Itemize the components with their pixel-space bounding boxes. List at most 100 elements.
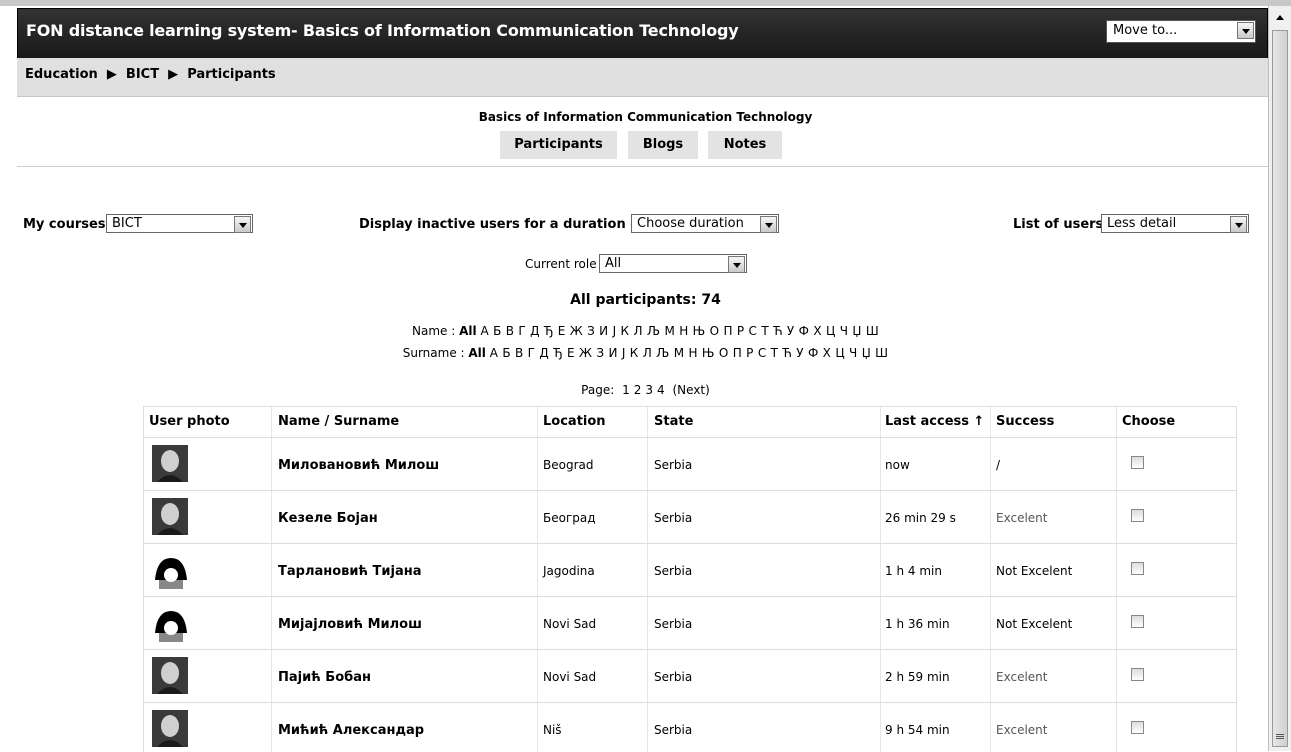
- breadcrumb-education[interactable]: Education: [25, 67, 98, 82]
- choose-checkbox[interactable]: [1131, 668, 1144, 681]
- table-row: Миловановић Милош Beograd Serbia now /: [144, 437, 1236, 490]
- user-photo[interactable]: [149, 709, 193, 749]
- header-state[interactable]: State: [654, 414, 693, 429]
- header-location[interactable]: Location: [543, 414, 606, 429]
- surname-filter-all[interactable]: All: [468, 346, 486, 360]
- header-name[interactable]: Name / Surname: [278, 414, 399, 429]
- user-last-access: 9 h 54 min: [885, 723, 950, 737]
- user-state: Serbia: [654, 670, 693, 684]
- table-row: Кезеле Бојан Београд Serbia 26 min 29 s Exce…: [144, 490, 1236, 543]
- dropdown-arrow-icon[interactable]: [234, 216, 251, 233]
- user-last-access: 26 min 29 s: [885, 511, 956, 525]
- inactive-duration-select[interactable]: Choose duration: [631, 214, 779, 233]
- tab-blogs[interactable]: Blogs: [628, 131, 698, 159]
- name-filter-all[interactable]: All: [459, 324, 477, 338]
- user-location: Novi Sad: [543, 670, 597, 684]
- user-name[interactable]: Тарлановић Тијана: [278, 564, 422, 579]
- pagination: Page: 1234 (Next): [0, 383, 1291, 397]
- vertical-scrollbar[interactable]: [1268, 6, 1291, 751]
- choose-checkbox[interactable]: [1131, 509, 1144, 522]
- surname-filter-label: Surname :: [402, 346, 465, 360]
- site-header: FON distance learning system- Basics of …: [17, 8, 1268, 60]
- tab-participants[interactable]: Participants: [500, 131, 617, 159]
- inactive-duration-value: Choose duration: [637, 216, 744, 231]
- scroll-thumb[interactable]: [1272, 30, 1288, 747]
- site-title: FON distance learning system- Basics of …: [26, 21, 739, 40]
- page-link[interactable]: 4: [657, 383, 665, 397]
- dropdown-arrow-icon[interactable]: [1230, 216, 1247, 233]
- user-photo[interactable]: [149, 444, 193, 484]
- inactive-duration-label: Display inactive users for a duration of: [359, 217, 645, 232]
- user-name[interactable]: Миловановић Милош: [278, 458, 439, 473]
- breadcrumb-bict[interactable]: BICT: [126, 67, 159, 82]
- user-name[interactable]: Мијајловић Милош: [278, 617, 422, 632]
- tab-notes[interactable]: Notes: [708, 131, 782, 159]
- choose-checkbox[interactable]: [1131, 615, 1144, 628]
- user-name[interactable]: Мићић Александар: [278, 723, 424, 738]
- user-state: Serbia: [654, 511, 693, 525]
- breadcrumb-separator-icon: ▶: [102, 67, 122, 82]
- table-row: Мићић Александар Niš Serbia 9 h 54 min Excel…: [144, 702, 1236, 752]
- browser-frame: FON distance learning system- Basics of …: [0, 0, 1291, 752]
- header-last-access-label: Last access: [885, 414, 970, 429]
- scroll-grip-icon: [1276, 734, 1284, 740]
- window-top-border: [0, 0, 1291, 6]
- my-courses-select[interactable]: BICT: [106, 214, 253, 233]
- user-last-access: 1 h 36 min: [885, 617, 950, 631]
- page-link[interactable]: 3: [645, 383, 653, 397]
- default-avatar-icon[interactable]: [149, 550, 193, 590]
- user-name[interactable]: Пајић Бобан: [278, 670, 371, 685]
- dropdown-arrow-icon[interactable]: [728, 256, 745, 273]
- current-role-select[interactable]: All: [599, 254, 747, 273]
- user-last-access: 2 h 59 min: [885, 670, 950, 684]
- next-page-link[interactable]: (Next): [672, 383, 709, 397]
- user-name[interactable]: Кезеле Бојан: [278, 511, 378, 526]
- move-to-value: Move to...: [1113, 23, 1178, 38]
- list-of-users-label: List of users: [1013, 217, 1104, 232]
- participants-table: User photo Name / Surname Location State…: [143, 406, 1237, 752]
- user-state: Serbia: [654, 617, 693, 631]
- dropdown-arrow-icon[interactable]: [760, 216, 777, 233]
- list-of-users-select[interactable]: Less detail: [1101, 214, 1249, 233]
- course-title: Basics of Information Communication Tech…: [478, 110, 813, 124]
- table-row: Мијајловић Милош Novi Sad Serbia 1 h 36 min…: [144, 596, 1236, 649]
- breadcrumb-separator-icon: ▶: [163, 67, 183, 82]
- surname-filter-letters[interactable]: А Б В Г Д Ђ Е Ж З И Ј К Л Љ М Н Њ О П Р …: [490, 346, 889, 360]
- surname-filter: Surname : All А Б В Г Д Ђ Е Ж З И Ј К Л …: [0, 346, 1291, 360]
- header-choose: Choose: [1122, 414, 1176, 429]
- table-row: Тарлановић Тијана Jagodina Serbia 1 h 4 min…: [144, 543, 1236, 596]
- choose-checkbox[interactable]: [1131, 562, 1144, 575]
- current-role-value: All: [605, 256, 622, 271]
- name-filter-label: Name :: [412, 324, 456, 338]
- user-photo[interactable]: [149, 497, 193, 537]
- page-link[interactable]: 2: [634, 383, 642, 397]
- user-location: Београд: [543, 511, 596, 525]
- current-role-label: Current role: [525, 257, 597, 271]
- scroll-up-icon[interactable]: [1272, 10, 1288, 26]
- header-last-access[interactable]: Last access ↑: [885, 414, 984, 429]
- user-last-access: now: [885, 458, 910, 472]
- user-state: Serbia: [654, 564, 693, 578]
- user-photo[interactable]: [149, 656, 193, 696]
- name-filter-letters[interactable]: А Б В Г Д Ђ Е Ж З И Ј К Л Љ М Н Њ О П Р …: [480, 324, 879, 338]
- breadcrumb-bar: Education ▶ BICT ▶ Participants: [17, 58, 1268, 97]
- move-to-select[interactable]: Move to...: [1106, 20, 1256, 43]
- list-of-users-value: Less detail: [1107, 216, 1177, 231]
- user-location: Beograd: [543, 458, 594, 472]
- user-last-access: 1 h 4 min: [885, 564, 942, 578]
- dropdown-arrow-icon[interactable]: [1237, 22, 1254, 39]
- user-location: Niš: [543, 723, 562, 737]
- breadcrumb-participants: Participants: [187, 67, 276, 82]
- user-success: Excelent: [996, 511, 1048, 525]
- default-avatar-icon[interactable]: [149, 603, 193, 643]
- choose-checkbox[interactable]: [1131, 721, 1144, 734]
- choose-checkbox[interactable]: [1131, 456, 1144, 469]
- my-courses-label: My courses: [23, 217, 106, 232]
- user-location: Jagodina: [543, 564, 595, 578]
- header-success[interactable]: Success: [996, 414, 1054, 429]
- name-filter: Name : All А Б В Г Д Ђ Е Ж З И Ј К Л Љ М…: [0, 324, 1291, 338]
- header-user-photo: User photo: [149, 414, 230, 429]
- my-courses-value: BICT: [112, 216, 142, 231]
- user-state: Serbia: [654, 458, 693, 472]
- sort-up-icon: ↑: [973, 414, 985, 429]
